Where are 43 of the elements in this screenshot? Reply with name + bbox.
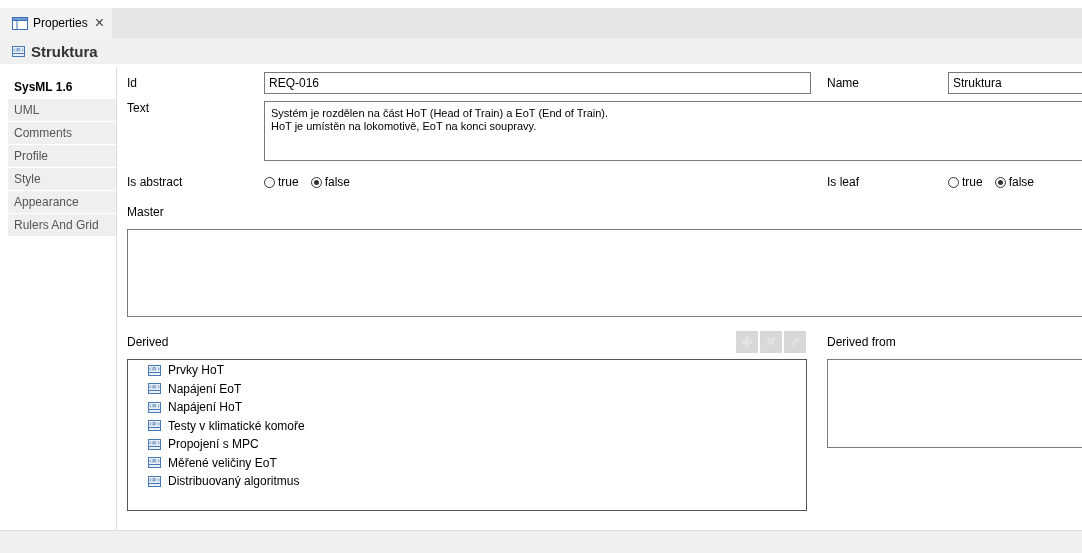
- requirement-icon: [148, 401, 161, 413]
- radio-option[interactable]: false: [994, 175, 1035, 189]
- requirement-icon: [148, 457, 161, 469]
- field-label: Is leaf: [826, 175, 860, 189]
- list-item[interactable]: Napájení HoT: [168, 400, 243, 415]
- sidebar-tab[interactable]: Comments: [8, 122, 116, 144]
- requirement-icon: [12, 45, 25, 57]
- radio-option[interactable]: true: [948, 175, 983, 189]
- properties-tab[interactable]: Properties ×: [0, 8, 113, 38]
- requirement-icon: [148, 420, 161, 432]
- requirement-icon: [148, 364, 161, 376]
- list-item[interactable]: Propojení s MPC: [168, 437, 259, 452]
- list-item[interactable]: Napájení EoT: [168, 381, 242, 396]
- field-label: Id: [127, 75, 138, 92]
- sidebar-tab[interactable]: Appearance: [8, 191, 116, 213]
- close-icon[interactable]: ×: [92, 14, 105, 32]
- table-icon: [12, 16, 28, 30]
- field-label: Text: [127, 101, 150, 117]
- field-label: Derived: [127, 335, 169, 349]
- list-item[interactable]: Měřené veličiny EoT: [168, 455, 277, 470]
- radio-option[interactable]: true: [264, 175, 299, 189]
- text-field[interactable]: Systém je rozdělen na část HoT (Head of Train) a EoT (End of Train). HoT je umístěn na lokomotivě, EoT na konci soupravy.: [264, 101, 1082, 161]
- name-field[interactable]: Struktura: [948, 72, 1082, 94]
- sidebar-tab[interactable]: Profile: [8, 145, 116, 167]
- derived-list[interactable]: Prvky HoT Napájení EoT Napájení HoT Testy v klimatické komoře Propojení s MPC Měřené veličiny EoT Distribuovaný algoritmus: [127, 359, 807, 511]
- list-item[interactable]: Testy v klimatické komoře: [168, 418, 305, 433]
- sidebar-tab[interactable]: UML: [8, 99, 116, 121]
- field-label: Derived from: [827, 334, 897, 351]
- master-list[interactable]: [127, 229, 1082, 317]
- derived-from-list[interactable]: [827, 359, 1082, 448]
- field-label: Is abstract: [127, 175, 184, 189]
- list-item[interactable]: Distribuovaný algoritmus: [168, 474, 300, 489]
- requirement-icon: [148, 475, 161, 487]
- requirement-icon: [148, 383, 161, 395]
- element-title: Struktura: [31, 42, 98, 60]
- field-label: Master: [127, 205, 165, 219]
- list-item[interactable]: Prvky HoT: [168, 363, 224, 378]
- requirement-icon: [148, 438, 161, 450]
- field-label: Name: [826, 75, 860, 92]
- id-field[interactable]: REQ-016: [264, 72, 811, 94]
- sidebar-tab[interactable]: Rulers And Grid: [8, 214, 116, 236]
- radio-option[interactable]: false: [310, 175, 351, 189]
- sidebar-tab[interactable]: Style: [8, 168, 116, 190]
